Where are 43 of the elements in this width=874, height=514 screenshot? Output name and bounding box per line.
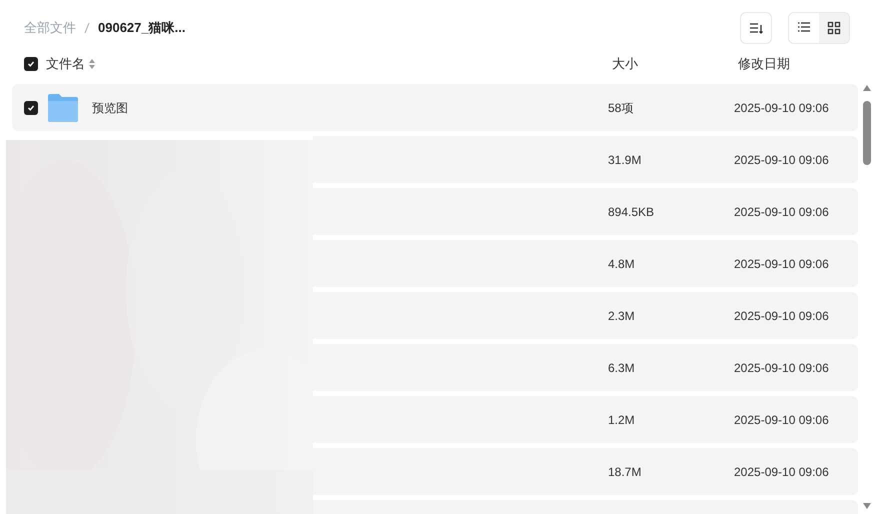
check-icon — [27, 60, 35, 68]
sort-icon — [749, 22, 763, 34]
modified-date: 2025-09-10 09:06 — [734, 204, 829, 218]
file-size: 31.9M — [608, 152, 642, 166]
modified-date: 2025-09-10 09:06 — [734, 308, 829, 322]
file-row[interactable]: 预览图 58项 2025-09-10 09:06 — [12, 84, 858, 131]
checkbox[interactable] — [24, 57, 38, 71]
modified-date: 2025-09-10 09:06 — [734, 100, 829, 114]
file-size: 1.2M — [608, 412, 635, 426]
file-size: 18.7M — [608, 464, 642, 478]
file-row[interactable]: 2.3M 2025-09-10 09:06 — [313, 292, 858, 339]
scroll-down-icon[interactable] — [862, 502, 872, 510]
modified-date: 2025-09-10 09:06 — [734, 360, 829, 374]
file-size: 58项 — [608, 100, 634, 114]
file-name[interactable]: 预览图 — [92, 98, 128, 116]
modified-date: 2025-09-10 09:06 — [734, 256, 829, 270]
modified-date: 2025-09-10 09:06 — [734, 412, 829, 426]
file-size: 2.3M — [608, 308, 635, 322]
file-row[interactable]: 4.8M 2025-09-10 09:06 — [313, 240, 858, 287]
column-header: 大小 — [612, 55, 638, 74]
file-size: 4.8M — [608, 256, 635, 270]
check-icon — [27, 104, 35, 112]
breadcrumb-item[interactable]: 090627_猫咪... — [98, 18, 186, 38]
separator-icon — [84, 22, 90, 34]
file-row[interactable]: 894.5KB 2025-09-10 09:06 — [313, 188, 858, 235]
grid-icon — [827, 21, 841, 35]
checkbox[interactable] — [24, 100, 38, 114]
file-row[interactable]: 1.2M 2025-09-10 09:06 — [313, 396, 858, 443]
column-header[interactable]: 文件名 — [46, 54, 85, 74]
sort-button[interactable] — [740, 12, 772, 44]
column-header: 修改日期 — [738, 55, 790, 74]
folder-icon — [48, 94, 78, 122]
file-size: 6.3M — [608, 360, 635, 374]
file-size: 894.5KB — [608, 204, 654, 218]
sort-arrows-icon — [89, 59, 95, 69]
modified-date: 2025-09-10 09:06 — [734, 464, 829, 478]
modified-date: 2025-09-10 09:06 — [734, 152, 829, 166]
scrollbar-thumb[interactable] — [863, 101, 871, 165]
grid-view-button[interactable] — [819, 13, 849, 43]
scroll-up-icon[interactable] — [862, 84, 872, 92]
file-row[interactable]: 6.3M 2025-09-10 09:06 — [313, 344, 858, 391]
file-row[interactable]: 18.7M 2025-09-10 09:06 — [313, 448, 858, 495]
file-row[interactable]: 31.9M 2025-09-10 09:06 — [313, 136, 858, 183]
